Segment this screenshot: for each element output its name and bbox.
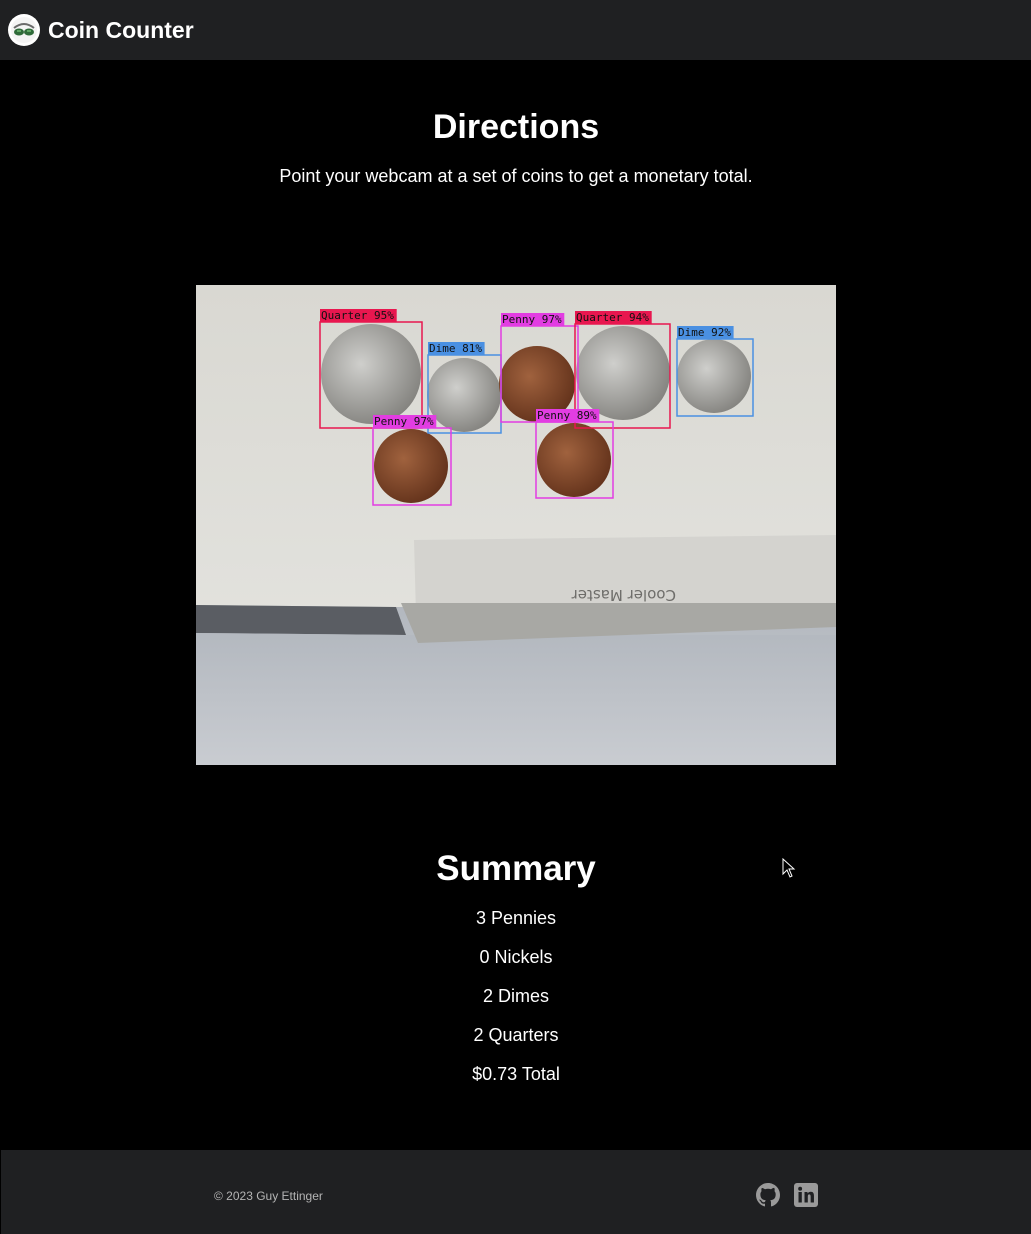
navbar: Coin Counter: [0, 0, 1031, 60]
detection-label: Penny 97%: [502, 313, 562, 326]
main-content: Directions Point your webcam at a set of…: [1, 60, 1031, 1150]
summary-title: Summary: [436, 849, 596, 888]
github-icon[interactable]: [756, 1183, 780, 1207]
summary-total: $0.73 Total: [472, 1064, 560, 1084]
summary-list: 3 Pennies 0 Nickels 2 Dimes 2 Quarters $…: [1, 906, 1031, 1101]
directions-text: Point your webcam at a set of coins to g…: [279, 166, 753, 186]
linkedin-icon[interactable]: [794, 1183, 818, 1207]
detection-label: Penny 89%: [537, 409, 597, 422]
summary-pennies: 3 Pennies: [475, 908, 557, 928]
detection-label: Dime 81%: [429, 342, 482, 355]
mouse-cursor-icon: [782, 858, 796, 878]
summary-nickels: 0 Nickels: [479, 947, 553, 967]
detection-label: Quarter 94%: [576, 311, 649, 324]
copyright-text: © 2023 Guy Ettinger: [214, 1189, 323, 1203]
directions-title: Directions: [432, 108, 600, 146]
summary-quarters: 2 Quarters: [473, 1025, 559, 1045]
detection-label: Penny 97%: [374, 415, 434, 428]
footer: © 2023 Guy Ettinger: [1, 1150, 1031, 1234]
webcam-feed: Cooler Master Quarter 95% Dime 81% Penny 9…: [196, 285, 836, 765]
detection-label: Dime 92%: [678, 326, 731, 339]
webcam-frame: Cooler Master Quarter 95% Dime 81% Penny 9…: [196, 285, 836, 765]
glasses-avatar-icon[interactable]: [8, 14, 40, 46]
detection-label: Quarter 95%: [321, 309, 394, 322]
box-text: Cooler Master: [571, 586, 676, 604]
summary-dimes: 2 Dimes: [482, 986, 549, 1006]
brand-title[interactable]: Coin Counter: [48, 17, 194, 44]
